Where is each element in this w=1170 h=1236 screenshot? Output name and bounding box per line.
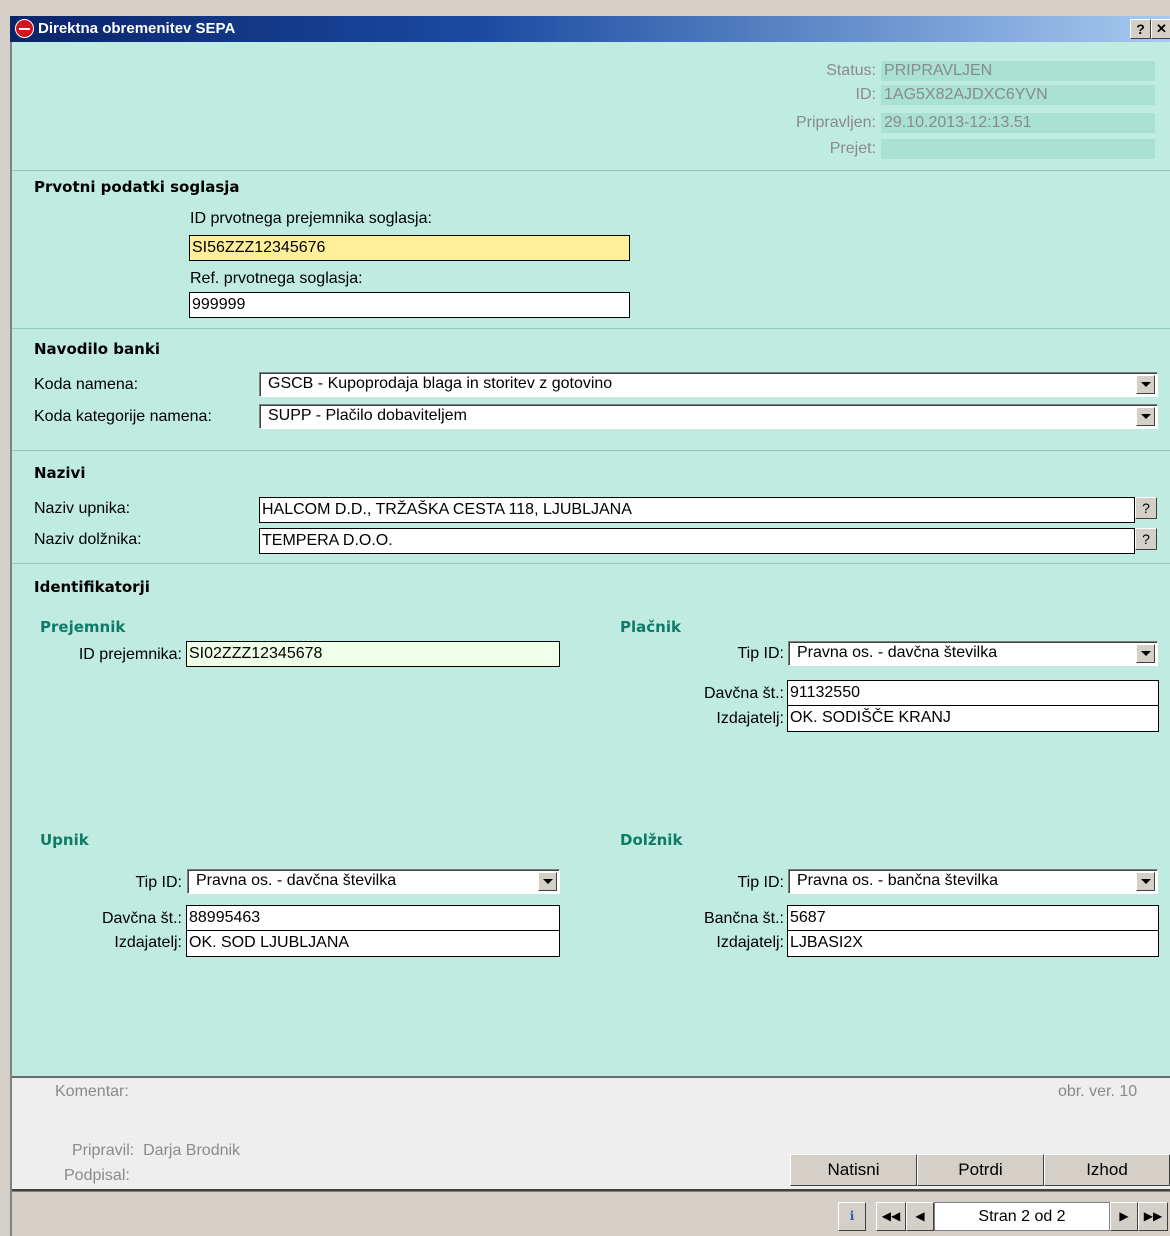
names-heading: Nazivi <box>34 464 86 482</box>
received-value <box>881 139 1155 159</box>
id-value: 1AG5X82AJDXC6YVN <box>881 85 1155 105</box>
window-title-bar: Direktna obremenitev SEPA ? ✕ <box>10 16 1170 42</box>
payer-issuer-label: Izdajatelj: <box>716 710 784 727</box>
identifiers-heading: Identifikatorji <box>34 578 150 596</box>
category-purpose-label: Koda kategorije namena: <box>34 408 212 425</box>
debtor-name-input[interactable]: TEMPERA D.O.O. <box>259 528 1135 554</box>
original-recipient-id-input[interactable]: SI56ZZZ12345676 <box>189 235 630 261</box>
debtor-heading: Dolžnik <box>620 831 683 849</box>
original-ref-label: Ref. prvotnega soglasja: <box>190 270 363 287</box>
recipient-id-label: ID prejemnika: <box>78 646 182 663</box>
creditor-name-label: Naziv upnika: <box>34 500 131 517</box>
category-purpose-select[interactable]: SUPP - Plačilo dobaviteljem <box>259 404 1158 429</box>
divider <box>12 563 1170 564</box>
comment-label: Komentar: <box>55 1083 129 1100</box>
creditor-id-type-value: Pravna os. - davčna številka <box>196 872 397 889</box>
recipient-heading: Prejemnik <box>40 618 126 636</box>
debtor-id-type-label: Tip ID: <box>737 874 784 891</box>
divider <box>12 1076 1170 1078</box>
purpose-code-select[interactable]: GSCB - Kupoprodaja blaga in storitev z g… <box>259 372 1158 397</box>
creditor-name-input[interactable]: HALCOM D.D., TRŽAŠKA CESTA 118, LJUBLJAN… <box>259 497 1135 523</box>
print-button[interactable]: Natisni <box>790 1154 917 1186</box>
creditor-issuer-input[interactable]: OK. SOD LJUBLJANA <box>186 931 560 957</box>
creditor-number-input[interactable]: 88995463 <box>186 905 560 931</box>
close-window-button[interactable]: ✕ <box>1151 19 1170 39</box>
chevron-down-icon[interactable] <box>1136 872 1155 891</box>
signed-label: Podpisal: <box>64 1167 130 1184</box>
status-label: Status: <box>826 62 876 79</box>
creditor-id-type-label: Tip ID: <box>135 874 182 891</box>
creditor-name-help-button[interactable]: ? <box>1135 497 1157 519</box>
page-indicator: Stran 2 od 2 <box>934 1202 1110 1231</box>
purpose-code-value: GSCB - Kupoprodaja blaga in storitev z g… <box>268 375 613 392</box>
first-page-icon[interactable]: ◀◀ <box>876 1202 906 1231</box>
payer-number-label: Davčna št.: <box>703 685 784 702</box>
creditor-issuer-label: Izdajatelj: <box>114 934 182 951</box>
chevron-down-icon[interactable] <box>1136 407 1155 426</box>
debtor-name-label: Naziv dolžnika: <box>34 531 142 548</box>
payer-id-type-select[interactable]: Pravna os. - davčna številka <box>788 641 1158 666</box>
payer-id-type-label: Tip ID: <box>737 645 784 662</box>
help-window-button[interactable]: ? <box>1130 19 1151 39</box>
status-value: PRIPRAVLJEN <box>881 61 1155 81</box>
status-bar: i ◀◀ ◀ Stran 2 od 2 ▶ ▶▶ <box>12 1191 1170 1236</box>
original-mandate-heading: Prvotni podatki soglasja <box>34 178 240 196</box>
category-purpose-value: SUPP - Plačilo dobaviteljem <box>268 407 467 424</box>
prepared-value: 29.10.2013-12:13.51 <box>881 113 1155 133</box>
chevron-down-icon[interactable] <box>1136 375 1155 394</box>
debtor-id-type-select[interactable]: Pravna os. - bančna številka <box>788 869 1158 894</box>
payer-issuer-input[interactable]: OK. SODIŠČE KRANJ <box>787 706 1159 732</box>
creditor-id-type-select[interactable]: Pravna os. - davčna številka <box>187 869 560 894</box>
divider <box>12 450 1170 451</box>
form-version: obr. ver. 10 <box>1058 1083 1138 1100</box>
payer-heading: Plačnik <box>620 618 681 636</box>
info-icon[interactable]: i <box>838 1202 866 1231</box>
creditor-heading: Upnik <box>40 831 89 849</box>
prepared-label: Pripravljen: <box>795 114 876 131</box>
payer-id-type-value: Pravna os. - davčna številka <box>797 644 998 661</box>
creditor-number-label: Davčna št.: <box>101 910 182 927</box>
divider <box>12 328 1170 329</box>
exit-button[interactable]: Izhod <box>1044 1154 1170 1186</box>
debtor-issuer-label: Izdajatelj: <box>716 934 784 951</box>
next-page-icon[interactable]: ▶ <box>1110 1202 1138 1231</box>
debtor-number-label: Bančna št.: <box>703 910 784 927</box>
original-recipient-id-label: ID prvotnega prejemnika soglasja: <box>190 210 432 227</box>
debtor-number-input[interactable]: 5687 <box>787 905 1159 931</box>
app-icon <box>15 19 34 38</box>
previous-page-icon[interactable]: ◀ <box>906 1202 934 1231</box>
original-ref-input[interactable]: 999999 <box>189 292 630 318</box>
prepared-by: Pripravil: Darja Brodnik <box>72 1142 241 1159</box>
last-page-icon[interactable]: ▶▶ <box>1138 1202 1168 1231</box>
divider <box>12 170 1170 171</box>
debtor-name-help-button[interactable]: ? <box>1135 528 1157 550</box>
received-label: Prejet: <box>829 140 876 157</box>
bank-instructions-heading: Navodilo banki <box>34 340 160 358</box>
debtor-issuer-input[interactable]: LJBASI2X <box>787 931 1159 957</box>
confirm-button[interactable]: Potrdi <box>917 1154 1044 1186</box>
purpose-code-label: Koda namena: <box>34 376 139 393</box>
id-label: ID: <box>855 86 876 103</box>
debtor-id-type-value: Pravna os. - bančna številka <box>797 872 998 889</box>
payer-number-input[interactable]: 91132550 <box>787 680 1159 706</box>
chevron-down-icon[interactable] <box>1136 644 1155 663</box>
recipient-id-input[interactable]: SI02ZZZ12345678 <box>186 641 560 667</box>
window-title: Direktna obremenitev SEPA <box>38 20 236 37</box>
chevron-down-icon[interactable] <box>538 872 557 891</box>
